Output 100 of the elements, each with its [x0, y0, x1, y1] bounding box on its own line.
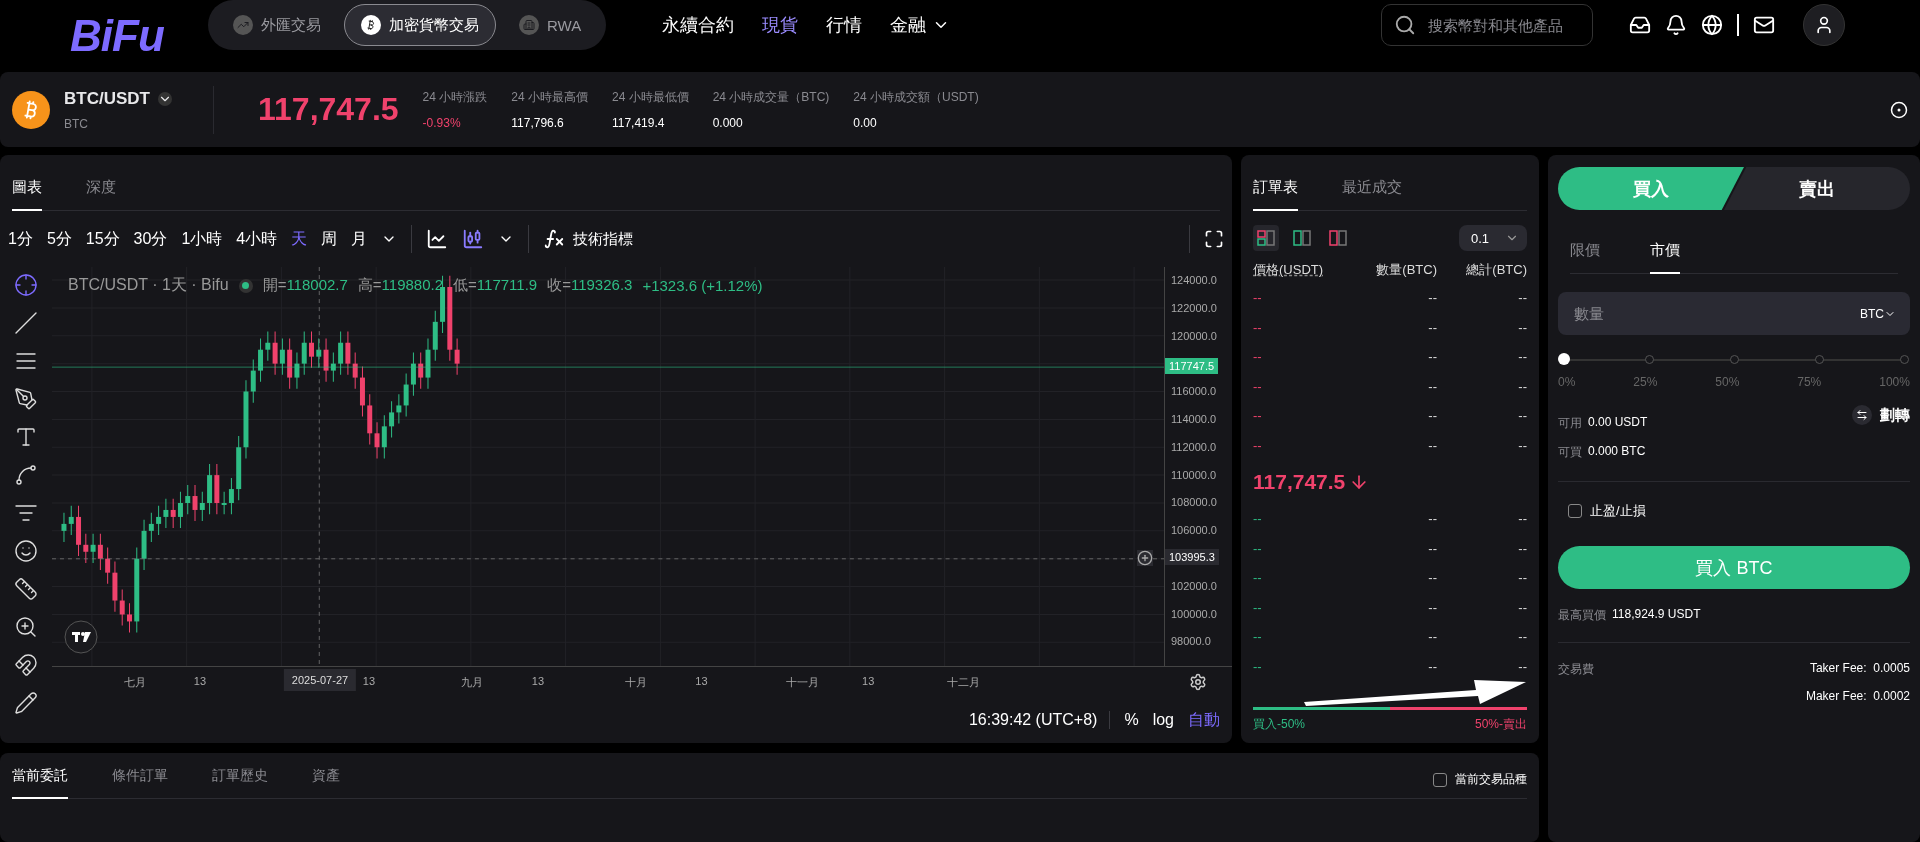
- slider-thumb[interactable]: [1558, 353, 1570, 365]
- scale-mode-button[interactable]: 自動: [1188, 709, 1220, 731]
- ask-cell-text: --: [1253, 408, 1263, 424]
- ohlc-value: 開=118002.7: [262, 276, 348, 295]
- nav-link[interactable]: 永續合約: [662, 13, 735, 37]
- nav-link[interactable]: 現貨: [762, 13, 799, 37]
- bid-cell-text: --: [1517, 511, 1527, 527]
- pair-symbol[interactable]: BTC/USDT: [64, 88, 150, 109]
- line-icon[interactable]: [14, 311, 38, 335]
- slider-mark: 50%: [1715, 375, 1740, 389]
- search-input[interactable]: 搜索幣對和其他產品: [1426, 15, 1576, 35]
- time-label: 13: [531, 675, 545, 687]
- pencil-icon[interactable]: [14, 691, 38, 715]
- market-tab[interactable]: RWA: [502, 4, 599, 46]
- fullscreen-icon[interactable]: [1204, 229, 1224, 249]
- interval-button[interactable]: 天: [291, 228, 308, 250]
- order-book-tab[interactable]: 最近成交: [1342, 178, 1402, 211]
- orders-tab[interactable]: 條件訂單: [112, 767, 168, 799]
- base-asset: BTC: [64, 116, 89, 131]
- interval-button[interactable]: 月: [351, 228, 368, 250]
- orders-tab[interactable]: 當前委託: [12, 767, 68, 799]
- user-icon[interactable]: [1803, 4, 1845, 46]
- order-type-tab[interactable]: 限價: [1570, 241, 1600, 274]
- best-price-value: 118,924.9 USDT: [1612, 607, 1701, 623]
- amount-field[interactable]: 數量 BTC: [1558, 292, 1910, 335]
- candlestick-icon[interactable]: [462, 228, 485, 250]
- smiley-icon[interactable]: [14, 539, 38, 563]
- price-label: 112000.0: [1171, 439, 1217, 454]
- amount-slider[interactable]: [1558, 353, 1910, 367]
- interval-button[interactable]: 4小時: [236, 228, 278, 250]
- logo[interactable]: BiFu: [70, 11, 188, 61]
- target-icon[interactable]: [1890, 100, 1908, 119]
- ask-cell-text: --: [1517, 378, 1527, 394]
- ask-cell-text: --: [1253, 349, 1263, 365]
- chevron-down-icon[interactable]: [157, 91, 172, 106]
- price-label: 100000.0: [1171, 606, 1217, 621]
- slider-stop[interactable]: [1900, 355, 1909, 364]
- transfer-button[interactable]: 劃轉: [1852, 405, 1910, 425]
- line-chart-icon[interactable]: [426, 228, 449, 250]
- change-value: +1323.6 (+1.12%): [642, 277, 763, 294]
- price-label: 116000.0: [1171, 384, 1217, 399]
- interval-button[interactable]: 1分: [8, 228, 33, 250]
- buy-ratio: 買入-50%: [1253, 716, 1305, 733]
- price-label: 98000.0: [1171, 634, 1211, 649]
- mail-icon[interactable]: [1753, 14, 1775, 36]
- filter-checkbox[interactable]: 當前交易品種: [1423, 771, 1527, 798]
- text-icon[interactable]: [14, 425, 38, 449]
- zoom-in-icon[interactable]: [14, 615, 38, 639]
- chart-logo-icon: [64, 620, 98, 654]
- candle: [76, 505, 81, 557]
- slider-stop[interactable]: [1815, 355, 1824, 364]
- brush-icon[interactable]: [14, 387, 38, 411]
- market-tab[interactable]: 外匯交易: [216, 4, 338, 46]
- candle: [309, 331, 314, 369]
- ruler-icon[interactable]: [14, 577, 38, 601]
- inbox-icon[interactable]: [1629, 14, 1651, 36]
- column-header: 總計(BTC): [1465, 261, 1527, 279]
- interval-button[interactable]: 15分: [85, 228, 120, 250]
- price-label: 114000.0: [1171, 412, 1217, 426]
- scale-mode-button[interactable]: log: [1152, 711, 1174, 729]
- orders-tab[interactable]: 資產: [312, 767, 340, 799]
- stat-value: 117,419.4: [611, 116, 666, 130]
- side-tab[interactable]: 賣出: [1724, 167, 1910, 210]
- nav-link[interactable]: 行情: [826, 13, 863, 37]
- settings-icon[interactable]: [1189, 673, 1207, 691]
- order-type-tab[interactable]: 市價: [1650, 241, 1680, 274]
- globe-icon[interactable]: [1701, 14, 1723, 36]
- chart-title: BTC/USDT · 1天 · Bifu: [68, 275, 229, 295]
- add-icon[interactable]: [1137, 550, 1153, 567]
- bell-icon[interactable]: [1665, 14, 1687, 36]
- order-book-tab[interactable]: 訂單表: [1253, 178, 1298, 211]
- precision-dropdown[interactable]: 0.1: [1459, 225, 1527, 251]
- ask-cell-text: --: [1253, 319, 1263, 335]
- tpsl-checkbox[interactable]: 止盈/止損: [1558, 502, 1910, 520]
- slider-stop[interactable]: [1645, 355, 1654, 364]
- chart-tab[interactable]: 深度: [86, 178, 116, 211]
- crosshair-icon[interactable]: [14, 273, 38, 297]
- amount-input[interactable]: 數量: [1572, 304, 1860, 323]
- slider-stop[interactable]: [1730, 355, 1739, 364]
- view-toggle[interactable]: [1253, 225, 1279, 251]
- mid-price: 117,747.5: [1253, 470, 1346, 494]
- interval-button[interactable]: 1小時: [181, 228, 223, 250]
- interval-button[interactable]: 30分: [133, 228, 168, 250]
- slider-mark: 0%: [1558, 375, 1576, 389]
- interval-button[interactable]: 周: [321, 228, 338, 250]
- unit-selector[interactable]: BTC: [1860, 306, 1896, 321]
- bid-cell-text: --: [1427, 629, 1437, 645]
- magnet-icon[interactable]: [14, 653, 38, 677]
- search-field[interactable]: 搜索幣對和其他產品: [1381, 4, 1593, 46]
- time-label: 十二月: [947, 675, 981, 690]
- price-label: 120000.0: [1171, 328, 1217, 343]
- interval-button[interactable]: 5分: [46, 228, 72, 250]
- chart-tab[interactable]: 圖表: [12, 178, 42, 211]
- pattern-icon[interactable]: [14, 463, 38, 487]
- stat-label: 24 小時最高價: [511, 89, 588, 106]
- orders-tab[interactable]: 訂單歷史: [212, 767, 268, 799]
- market-tab[interactable]: 加密貨幣交易: [344, 4, 496, 46]
- scale-mode-button[interactable]: %: [1124, 711, 1139, 729]
- indicators-button[interactable]: 技術指標: [543, 228, 634, 250]
- nav-link[interactable]: 金融: [890, 13, 951, 37]
